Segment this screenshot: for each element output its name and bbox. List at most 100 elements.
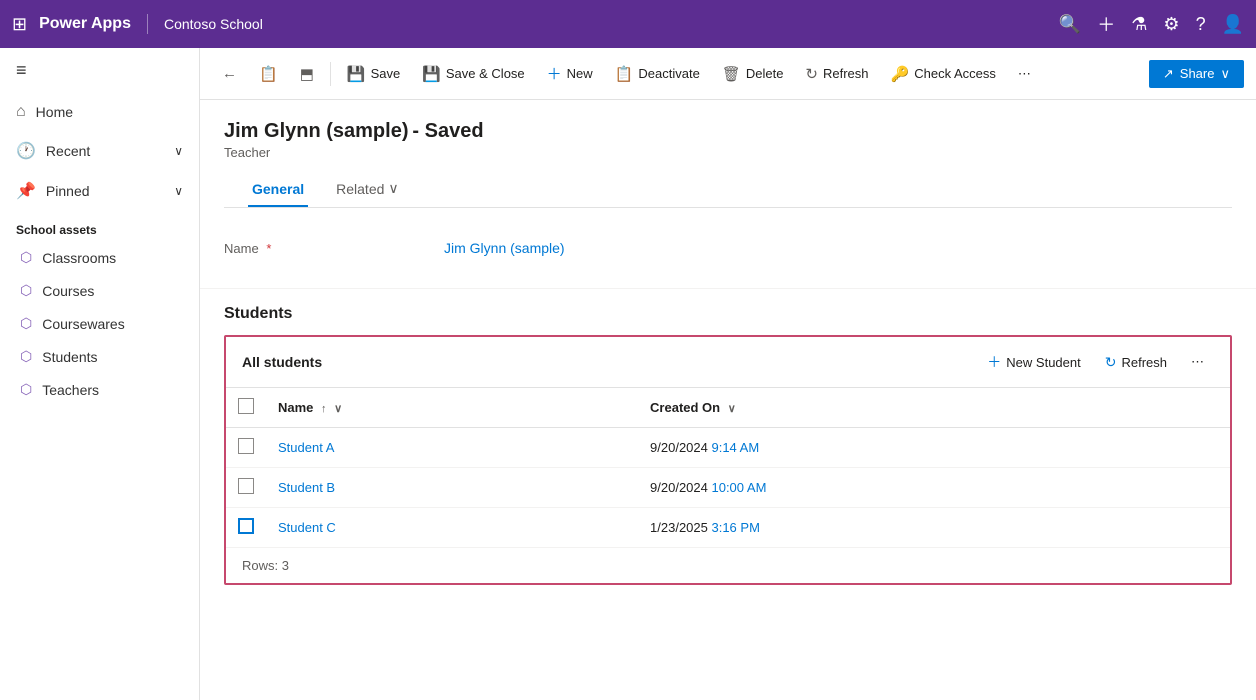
created-on-label: Created On bbox=[650, 400, 720, 415]
table-row: Student C 1/23/2025 3:16 PM bbox=[226, 508, 1230, 548]
name-column-header[interactable]: Name ↑ ∨ bbox=[266, 388, 638, 428]
nav-icons-group: 🔍 ＋ ⚗ ⚙ ? 👤 bbox=[1059, 11, 1244, 37]
sidebar-coursewares-label: Coursewares bbox=[42, 316, 124, 332]
row-3-time[interactable]: 3:16 PM bbox=[711, 520, 759, 535]
sidebar-item-classrooms[interactable]: ⬡ Classrooms bbox=[0, 241, 199, 274]
sidebar-item-pinned[interactable]: 📌 Pinned ∨ bbox=[0, 171, 199, 211]
sidebar-header: ≡ bbox=[0, 48, 199, 93]
row-1-checkbox[interactable] bbox=[238, 438, 254, 454]
share-icon: ↗ bbox=[1163, 66, 1174, 82]
open-new-window-button[interactable]: ⬒ bbox=[290, 59, 324, 89]
back-icon: ← bbox=[222, 65, 237, 82]
form-section: Name * Jim Glynn (sample) bbox=[200, 208, 1256, 289]
table-row: Student B 9/20/2024 10:00 AM bbox=[226, 468, 1230, 508]
coursewares-icon: ⬡ bbox=[20, 315, 32, 332]
sidebar-item-students[interactable]: ⬡ Students bbox=[0, 340, 199, 373]
row-3-checkbox[interactable] bbox=[238, 518, 254, 534]
home-icon: ⌂ bbox=[16, 103, 26, 121]
deactivate-button[interactable]: 📋 Deactivate bbox=[605, 59, 710, 89]
main-layout: ≡ ⌂ Home 🕐 Recent ∨ 📌 Pinned ∨ School as… bbox=[0, 48, 1256, 700]
delete-button[interactable]: 🗑 Delete bbox=[712, 59, 794, 89]
chevron-down-icon: ∨ bbox=[174, 184, 183, 198]
tab-related[interactable]: Related ∨ bbox=[332, 172, 403, 207]
rows-count: Rows: 3 bbox=[226, 548, 1230, 583]
name-sort-chevron: ∨ bbox=[334, 403, 342, 415]
toolbar-separator-1 bbox=[330, 62, 331, 86]
row-2-name[interactable]: Student B bbox=[266, 468, 638, 508]
edit-form-button[interactable]: 📋 bbox=[249, 59, 288, 89]
share-chevron-icon: ∨ bbox=[1220, 66, 1230, 82]
add-icon[interactable]: ＋ bbox=[1097, 11, 1115, 37]
row-2-created: 9/20/2024 10:00 AM bbox=[638, 468, 1230, 508]
sidebar-courses-label: Courses bbox=[42, 283, 94, 299]
sidebar-item-teachers[interactable]: ⬡ Teachers bbox=[0, 373, 199, 406]
delete-icon: 🗑 bbox=[722, 65, 741, 83]
grid-toolbar: All students ＋ New Student ↻ Refresh ⋯ bbox=[226, 337, 1230, 388]
record-title-row: Jim Glynn (sample) - Saved bbox=[224, 120, 1232, 143]
record-title: Jim Glynn (sample) bbox=[224, 120, 409, 142]
created-on-column-header[interactable]: Created On ∨ bbox=[638, 388, 1230, 428]
form-toolbar: ← 📋 ⬒ 💾 Save 💾 Save & Close ＋ New bbox=[200, 48, 1256, 100]
new-student-button[interactable]: ＋ New Student bbox=[977, 347, 1090, 377]
org-name: Contoso School bbox=[164, 16, 263, 32]
more-icon: ⋯ bbox=[1018, 66, 1031, 82]
row-3-name[interactable]: Student C bbox=[266, 508, 638, 548]
table-row: Student A 9/20/2024 9:14 AM bbox=[226, 428, 1230, 468]
school-assets-section-label: School assets bbox=[0, 211, 199, 241]
save-button[interactable]: 💾 Save bbox=[337, 59, 410, 89]
tab-general[interactable]: General bbox=[248, 173, 308, 207]
row-2-date: 9/20/2024 bbox=[650, 480, 711, 495]
row-1-checkbox-cell bbox=[226, 428, 266, 468]
deactivate-label: Deactivate bbox=[638, 66, 699, 81]
save-label: Save bbox=[371, 66, 401, 81]
created-sort-chevron: ∨ bbox=[728, 403, 736, 415]
row-1-name[interactable]: Student A bbox=[266, 428, 638, 468]
settings-icon[interactable]: ⚙ bbox=[1163, 14, 1179, 35]
back-button[interactable]: ← bbox=[212, 59, 247, 88]
save-close-label: Save & Close bbox=[446, 66, 525, 81]
row-3-checkbox-cell bbox=[226, 508, 266, 548]
sidebar-item-courses[interactable]: ⬡ Courses bbox=[0, 274, 199, 307]
refresh-button[interactable]: ↻ Refresh bbox=[795, 59, 878, 89]
new-student-icon: ＋ bbox=[987, 352, 1001, 372]
sidebar-item-home[interactable]: ⌂ Home bbox=[0, 93, 199, 131]
required-asterisk: * bbox=[266, 241, 271, 256]
check-access-label: Check Access bbox=[914, 66, 996, 81]
chevron-down-icon: ∨ bbox=[174, 144, 183, 158]
more-button[interactable]: ⋯ bbox=[1008, 60, 1041, 88]
name-value[interactable]: Jim Glynn (sample) bbox=[444, 240, 565, 256]
refresh-icon: ↻ bbox=[805, 65, 818, 83]
grid-title: All students bbox=[242, 354, 322, 370]
grid-more-button[interactable]: ⋯ bbox=[1181, 349, 1214, 375]
select-all-checkbox[interactable] bbox=[238, 398, 254, 414]
save-icon: 💾 bbox=[347, 65, 366, 83]
hamburger-icon[interactable]: ≡ bbox=[16, 60, 27, 81]
new-button[interactable]: ＋ New bbox=[537, 57, 603, 90]
check-access-button[interactable]: 🔑 Check Access bbox=[881, 59, 1006, 89]
chevron-down-icon: ∨ bbox=[388, 180, 398, 197]
open-icon: ⬒ bbox=[300, 65, 314, 83]
sidebar-item-recent[interactable]: 🕐 Recent ∨ bbox=[0, 131, 199, 171]
nav-divider bbox=[147, 14, 148, 34]
saved-badge: - Saved bbox=[412, 120, 483, 142]
sidebar-item-coursewares[interactable]: ⬡ Coursewares bbox=[0, 307, 199, 340]
grid-refresh-button[interactable]: ↻ Refresh bbox=[1095, 349, 1177, 376]
filter-icon[interactable]: ⚗ bbox=[1131, 14, 1147, 35]
row-2-checkbox[interactable] bbox=[238, 478, 254, 494]
grid-more-icon: ⋯ bbox=[1191, 354, 1204, 370]
sidebar-classrooms-label: Classrooms bbox=[42, 250, 116, 266]
help-icon[interactable]: ? bbox=[1196, 14, 1206, 35]
name-column-label: Name bbox=[278, 400, 313, 415]
record-subtitle: Teacher bbox=[224, 145, 1232, 160]
refresh-label: Refresh bbox=[823, 66, 869, 81]
search-icon[interactable]: 🔍 bbox=[1059, 14, 1081, 35]
grid-refresh-label: Refresh bbox=[1121, 355, 1167, 370]
row-1-time[interactable]: 9:14 AM bbox=[711, 440, 759, 455]
save-close-button[interactable]: 💾 Save & Close bbox=[412, 59, 534, 89]
grid-actions: ＋ New Student ↻ Refresh ⋯ bbox=[977, 347, 1214, 377]
students-heading: Students bbox=[224, 305, 1232, 323]
waffle-icon[interactable]: ⊞ bbox=[12, 14, 27, 35]
share-button[interactable]: ↗ Share ∨ bbox=[1149, 60, 1244, 88]
user-avatar[interactable]: 👤 bbox=[1222, 14, 1244, 35]
row-2-time[interactable]: 10:00 AM bbox=[711, 480, 766, 495]
